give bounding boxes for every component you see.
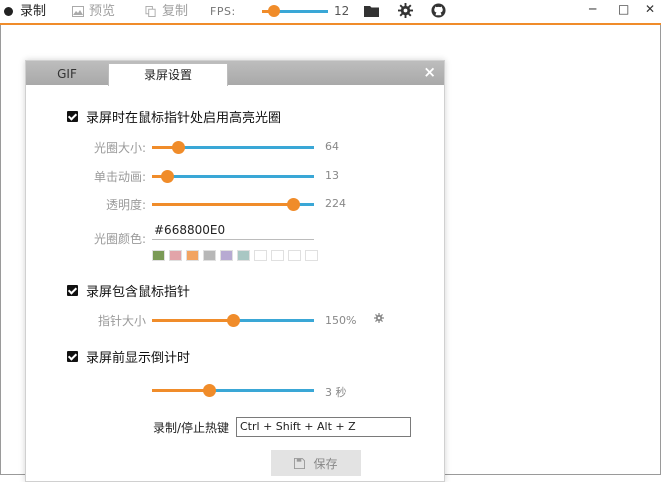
minimize-button[interactable]: ─ (589, 2, 596, 16)
opacity-value: 224 (325, 197, 346, 210)
color-swatch[interactable] (271, 250, 284, 261)
record-label: 录制 (20, 4, 47, 19)
toolbar: 录制 预览 复制 FPS: 12 ─ □ ✕ (0, 0, 661, 25)
color-swatch[interactable] (237, 250, 250, 261)
copy-button[interactable]: 复制 (145, 3, 188, 20)
folder-icon[interactable] (364, 5, 380, 18)
countdown-thumb[interactable] (203, 384, 216, 397)
ring-size-thumb[interactable] (172, 141, 185, 154)
tab-record-settings[interactable]: 录屏设置 (108, 63, 228, 86)
maximize-button[interactable]: □ (618, 2, 629, 16)
countdown-slider[interactable] (152, 384, 314, 397)
highlight-checkbox[interactable] (67, 110, 78, 122)
cursor-checkbox[interactable] (67, 284, 78, 296)
color-swatches (152, 250, 318, 261)
countdown-value: 3 秒 (325, 386, 347, 399)
countdown-checkbox-row[interactable]: 录屏前显示倒计时 (67, 347, 191, 366)
close-button[interactable]: ✕ (645, 2, 655, 16)
fps-label-text: FPS: (210, 5, 236, 18)
color-swatch[interactable] (254, 250, 267, 261)
ring-color-input[interactable]: #668800E0 (152, 222, 314, 240)
fps-label: FPS: (210, 3, 236, 20)
click-anim-label: 单击动画: (93, 170, 146, 184)
cursor-size-fill (152, 319, 233, 322)
color-swatch[interactable] (220, 250, 233, 261)
save-icon (294, 457, 306, 469)
record-button[interactable]: 录制 (4, 3, 46, 20)
gear-icon[interactable] (398, 3, 413, 18)
hotkey-label: 录制/停止热键 (153, 421, 230, 435)
opacity-slider[interactable] (152, 198, 314, 211)
cursor-checkbox-row[interactable]: 录屏包含鼠标指针 (67, 281, 191, 300)
opacity-thumb[interactable] (287, 198, 300, 211)
color-swatch[interactable] (203, 250, 216, 261)
preview-button[interactable]: 预览 (72, 3, 115, 20)
ring-size-value: 64 (325, 140, 339, 153)
color-swatch[interactable] (305, 250, 318, 261)
save-label: 保存 (313, 456, 338, 471)
cursor-checkbox-label: 录屏包含鼠标指针 (86, 284, 191, 300)
tab-bar: GIF 录屏设置 × (26, 61, 444, 86)
color-swatch[interactable] (186, 250, 199, 261)
copy-label: 复制 (162, 4, 189, 19)
cursor-size-value: 150% (325, 314, 357, 327)
countdown-checkbox[interactable] (67, 350, 78, 362)
cursor-settings-gear-icon[interactable] (374, 313, 384, 323)
countdown-fill (152, 389, 209, 392)
countdown-checkbox-label: 录屏前显示倒计时 (86, 350, 191, 366)
github-icon[interactable] (431, 3, 446, 18)
cursor-size-thumb[interactable] (227, 314, 240, 327)
highlight-checkbox-label: 录屏时在鼠标指针处启用高亮光圈 (86, 110, 282, 126)
color-swatch[interactable] (169, 250, 182, 261)
image-icon (72, 6, 84, 17)
fps-slider-thumb[interactable] (268, 5, 280, 17)
opacity-fill (152, 203, 293, 206)
color-swatch[interactable] (152, 250, 165, 261)
ring-color-label: 光圈颜色: (93, 232, 146, 246)
hotkey-input[interactable]: Ctrl + Shift + Alt + Z (236, 417, 411, 437)
fps-slider[interactable] (262, 5, 328, 17)
dialog-close-icon[interactable]: × (423, 63, 436, 81)
highlight-checkbox-row[interactable]: 录屏时在鼠标指针处启用高亮光圈 (67, 107, 282, 126)
record-icon (4, 7, 13, 16)
copy-icon (145, 6, 156, 17)
settings-dialog: GIF 录屏设置 × 录屏时在鼠标指针处启用高亮光圈 光圈大小: 64 单击动画… (25, 60, 445, 482)
cursor-size-label: 指针大小 (97, 314, 146, 328)
tab-gif[interactable]: GIF (26, 63, 108, 85)
color-swatch[interactable] (288, 250, 301, 261)
cursor-size-slider[interactable] (152, 314, 314, 327)
save-button[interactable]: 保存 (271, 450, 361, 476)
opacity-label: 透明度: (105, 198, 146, 212)
click-anim-thumb[interactable] (161, 170, 174, 183)
click-anim-value: 13 (325, 169, 339, 182)
preview-label: 预览 (89, 4, 116, 19)
fps-value: 12 (334, 4, 350, 18)
ring-size-label: 光圈大小: (93, 141, 146, 155)
click-anim-slider[interactable] (152, 170, 314, 183)
ring-size-slider[interactable] (152, 141, 314, 154)
